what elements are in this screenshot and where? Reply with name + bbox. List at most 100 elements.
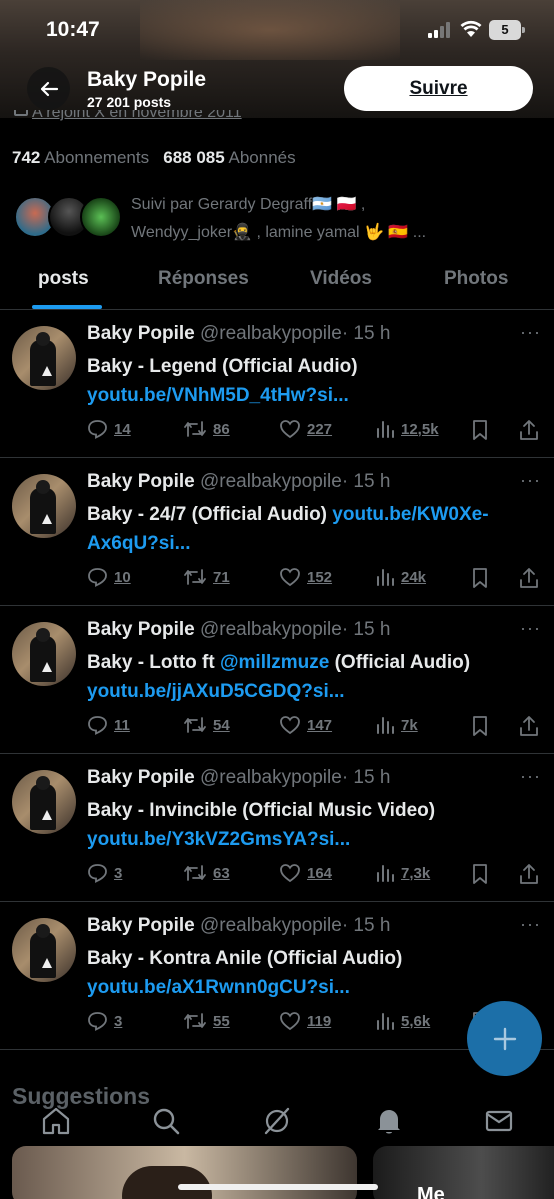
- post-text-content: Baky - Kontra Anile (Official Audio): [87, 948, 403, 969]
- suggestion-card-badge: Me: [417, 1184, 445, 1199]
- repost-icon: [184, 865, 206, 881]
- tab-posts[interactable]: posts: [38, 268, 89, 290]
- view-count: 7,3k: [401, 864, 431, 882]
- repost-button[interactable]: 63: [183, 863, 230, 883]
- like-count: 147: [307, 716, 333, 734]
- bookmark-button[interactable]: [471, 715, 489, 737]
- repost-icon: [184, 421, 206, 437]
- more-options-icon[interactable]: ···: [520, 618, 541, 639]
- post-link[interactable]: youtu.be/VNhM5D_4tHw?si...: [87, 385, 349, 406]
- like-button[interactable]: 164: [279, 863, 332, 883]
- suggestion-card[interactable]: [12, 1146, 357, 1199]
- messages-icon[interactable]: [484, 1106, 514, 1136]
- views-button[interactable]: 7k: [375, 715, 418, 735]
- like-count: 119: [307, 1012, 332, 1030]
- like-button[interactable]: 119: [279, 1011, 331, 1031]
- post-author-name[interactable]: Baky Popile: [87, 767, 195, 788]
- post-avatar[interactable]: [12, 622, 76, 686]
- followed-by-text: Suivi par Gerardy Degraff🇦🇷 🇵🇱 , Wendyy_…: [131, 191, 531, 247]
- following-link[interactable]: 742 Abonnements: [12, 148, 149, 167]
- post-handle: @realbakypopile: [200, 323, 342, 344]
- post-avatar[interactable]: [12, 770, 76, 834]
- views-icon: [377, 717, 394, 734]
- post-text: Baky - Invincible (Official Music Video)…: [87, 796, 527, 854]
- bookmark-button[interactable]: [471, 863, 489, 885]
- repost-count: 55: [213, 1012, 230, 1030]
- repost-button[interactable]: 54: [183, 715, 230, 735]
- repost-button[interactable]: 55: [183, 1011, 230, 1031]
- like-count: 164: [307, 864, 333, 882]
- post-link[interactable]: youtu.be/Y3kVZ2GmsYA?si...: [87, 829, 350, 850]
- post-author-name[interactable]: Baky Popile: [87, 915, 195, 936]
- post-link[interactable]: youtu.be/jjAXuD5CGDQ?si...: [87, 681, 345, 702]
- reply-button[interactable]: 3: [87, 863, 122, 883]
- bookmark-icon: [473, 420, 487, 440]
- post-avatar[interactable]: [12, 918, 76, 982]
- home-indicator[interactable]: [178, 1184, 378, 1190]
- reply-button[interactable]: 3: [87, 1011, 122, 1031]
- compose-post-button[interactable]: [467, 1001, 542, 1076]
- repost-button[interactable]: 86: [183, 419, 230, 439]
- post[interactable]: Baky Popile @realbakypopile· 15 h ··· Ba…: [0, 458, 554, 606]
- reply-count: 3: [114, 864, 123, 882]
- reply-button[interactable]: 14: [87, 419, 131, 439]
- follow-button[interactable]: Suivre: [344, 66, 533, 111]
- heart-icon: [280, 568, 300, 587]
- bookmark-button[interactable]: [471, 419, 489, 441]
- like-button[interactable]: 227: [279, 419, 332, 439]
- suggestion-card[interactable]: Me: [373, 1146, 554, 1199]
- post[interactable]: Baky Popile @realbakypopile· 15 h ··· Ba…: [0, 606, 554, 754]
- reply-button[interactable]: 10: [87, 567, 131, 587]
- followers-link[interactable]: 688 085 Abonnés: [163, 148, 295, 167]
- reply-button[interactable]: 11: [87, 715, 130, 735]
- views-icon: [377, 865, 394, 882]
- home-icon[interactable]: [41, 1106, 71, 1136]
- post[interactable]: Baky Popile @realbakypopile· 15 h ··· Ba…: [0, 310, 554, 458]
- tab-replies[interactable]: Réponses: [158, 268, 249, 290]
- views-button[interactable]: 12,5k: [375, 419, 439, 439]
- share-button[interactable]: [519, 419, 539, 441]
- back-button[interactable]: [27, 67, 70, 110]
- post-link[interactable]: youtu.be/aX1Rwnn0gCU?si...: [87, 977, 350, 998]
- search-icon[interactable]: [151, 1106, 181, 1136]
- notifications-icon[interactable]: [374, 1106, 404, 1136]
- post-author-name[interactable]: Baky Popile: [87, 619, 195, 640]
- share-button[interactable]: [519, 567, 539, 589]
- post-author-name[interactable]: Baky Popile: [87, 471, 195, 492]
- status-time: 10:47: [46, 18, 100, 41]
- like-button[interactable]: 152: [279, 567, 332, 587]
- joined-date-text: A rejoint X en novembre 2011: [32, 110, 242, 121]
- views-button[interactable]: 5,6k: [375, 1011, 430, 1031]
- battery-icon: 5: [489, 20, 525, 40]
- tab-videos[interactable]: Vidéos: [310, 268, 372, 290]
- post-avatar[interactable]: [12, 326, 76, 390]
- post-avatar[interactable]: [12, 474, 76, 538]
- share-button[interactable]: [519, 863, 539, 885]
- views-button[interactable]: 24k: [375, 567, 426, 587]
- share-button[interactable]: [519, 715, 539, 737]
- post-time: · 15 h: [341, 619, 391, 640]
- share-icon: [520, 864, 538, 884]
- post-text-content: Baky - Lotto ft: [87, 652, 220, 673]
- post-mention[interactable]: @millzmuze: [220, 652, 329, 673]
- followers-label: Abonnés: [228, 148, 296, 167]
- post-time: · 15 h: [341, 767, 391, 788]
- more-options-icon[interactable]: ···: [520, 322, 541, 343]
- bookmark-button[interactable]: [471, 567, 489, 589]
- tab-photos[interactable]: Photos: [444, 268, 508, 290]
- post-handle: @realbakypopile: [200, 915, 342, 936]
- grok-icon[interactable]: [262, 1106, 292, 1136]
- more-options-icon[interactable]: ···: [520, 914, 541, 935]
- post-author-name[interactable]: Baky Popile: [87, 323, 195, 344]
- like-button[interactable]: 147: [279, 715, 332, 735]
- post-author: Baky Popile @realbakypopile· 15 h: [87, 915, 390, 937]
- more-options-icon[interactable]: ···: [520, 470, 541, 491]
- more-options-icon[interactable]: ···: [520, 766, 541, 787]
- views-button[interactable]: 7,3k: [375, 863, 430, 883]
- post[interactable]: Baky Popile @realbakypopile· 15 h ··· Ba…: [0, 754, 554, 902]
- post-text: Baky - 24/7 (Official Audio) youtu.be/KW…: [87, 500, 527, 558]
- views-icon: [377, 569, 394, 586]
- view-count: 24k: [401, 568, 427, 586]
- repost-button[interactable]: 71: [183, 567, 230, 587]
- reply-icon: [88, 864, 107, 883]
